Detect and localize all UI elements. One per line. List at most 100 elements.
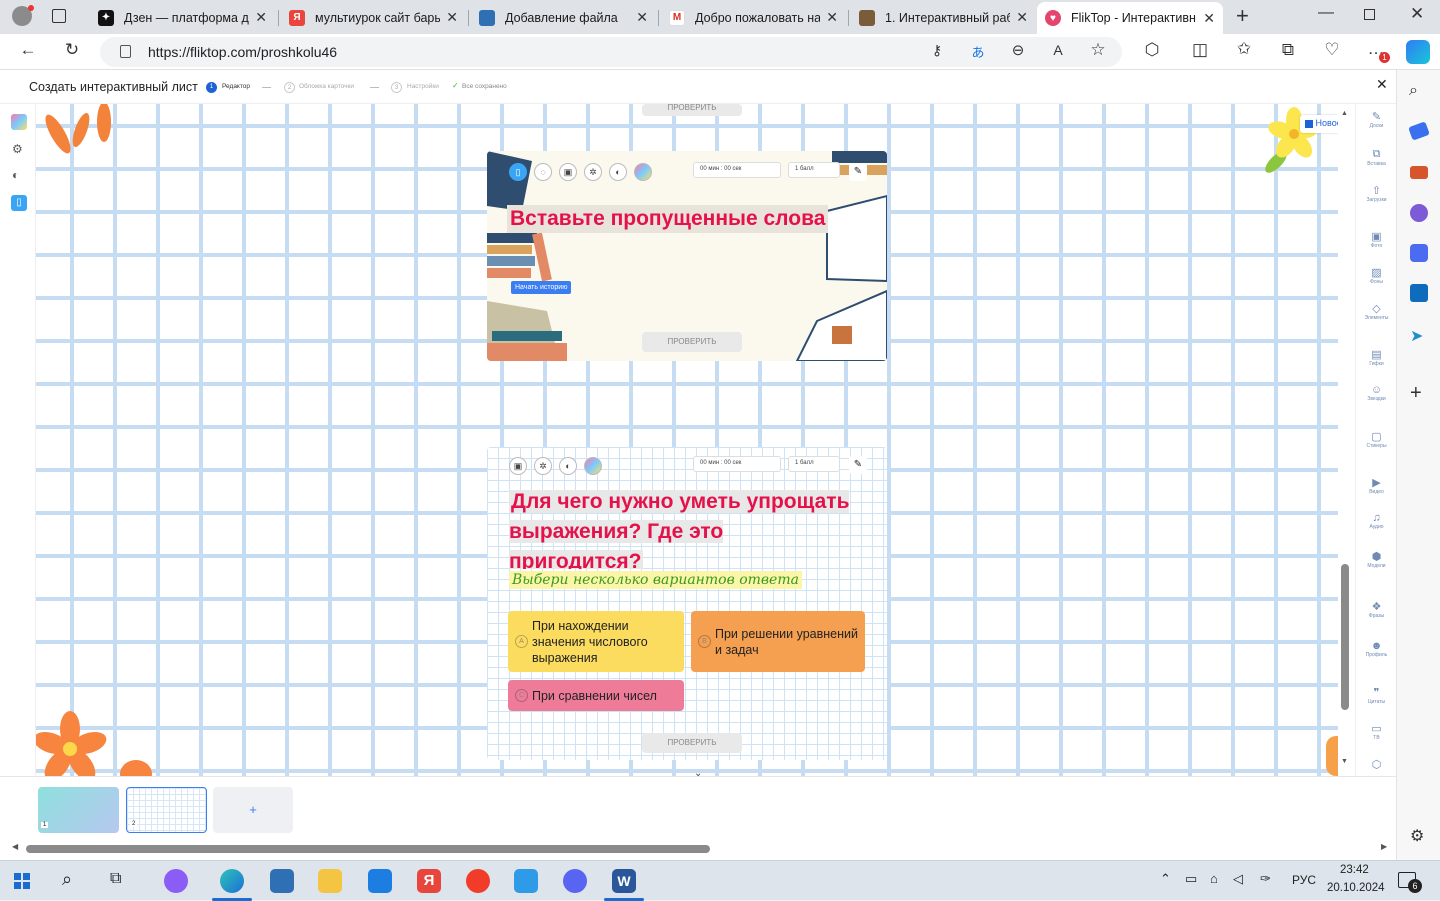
card-title[interactable]: Вставьте пропущенные слова	[507, 205, 829, 233]
comment-icon[interactable]: ◌	[534, 163, 552, 181]
scroll-right-icon[interactable]: ▶	[1381, 842, 1387, 851]
option-b[interactable]: B При решении уравнений и задач	[691, 611, 865, 672]
close-tab-icon[interactable]: ✕	[1203, 10, 1215, 27]
book-mode-icon[interactable]: ▯	[11, 195, 27, 211]
tool-elements[interactable]: ◇ Элементы	[1356, 302, 1397, 321]
scroll-up-icon[interactable]: ▲	[1341, 110, 1348, 117]
horizontal-scrollbar[interactable]: ◀ ▶	[0, 842, 1396, 856]
pen-icon[interactable]: ✑	[1260, 871, 1271, 887]
option-c[interactable]: C При сравнении чисел	[508, 680, 684, 711]
bug-icon[interactable]: ✲	[584, 163, 602, 181]
language-indicator[interactable]: РУС	[1292, 873, 1316, 887]
m365-icon[interactable]	[1410, 244, 1428, 262]
url-text[interactable]: https://fliktop.com/proshkolu46	[148, 44, 337, 60]
tray-chevron-icon[interactable]: ⌃	[1160, 871, 1171, 887]
extensions-icon[interactable]: ⬡	[1140, 40, 1164, 60]
alice-icon[interactable]	[164, 869, 188, 893]
read-aloud-icon[interactable]: A	[1046, 42, 1070, 58]
zoom-out-icon[interactable]: ⊖	[1006, 41, 1030, 59]
favorites-icon[interactable]: ✩	[1232, 39, 1256, 59]
tab-gmail[interactable]: M Добро пожаловать на ✕	[661, 4, 846, 31]
tool-gifs[interactable]: ▤ Гифки	[1356, 348, 1397, 367]
start-icon[interactable]	[14, 873, 30, 889]
key-icon[interactable]: ⚷	[925, 42, 949, 59]
question-subtitle[interactable]: Выбери несколько вариантов ответа	[509, 571, 802, 589]
thumbnail-1[interactable]: 1	[38, 787, 119, 833]
palette-icon[interactable]: ◐	[609, 163, 627, 181]
prev-check-button[interactable]: ПРОВЕРИТЬ	[642, 104, 742, 116]
check-button[interactable]: ПРОВЕРИТЬ	[642, 733, 742, 753]
ms-store-icon[interactable]	[514, 869, 538, 893]
send-icon[interactable]: ➤	[1410, 326, 1423, 346]
tool-photo[interactable]: ▣ Фото	[1356, 230, 1397, 249]
thumbnail-2[interactable]: 2	[126, 787, 207, 833]
volume-icon[interactable]: ◁	[1233, 871, 1243, 887]
toolbox-icon[interactable]	[1410, 166, 1428, 179]
points-select[interactable]: 1 балл	[788, 162, 840, 178]
games-icon[interactable]	[1410, 204, 1428, 222]
add-page-button[interactable]: +	[213, 787, 293, 833]
tool-stickers[interactable]: ▢ Стикеры	[1356, 430, 1397, 449]
start-story-button[interactable]: Начать историю	[511, 281, 572, 294]
tab-dzen[interactable]: ✦ Дзен — платформа дл ✕	[90, 4, 275, 31]
translate-icon[interactable]: あ	[966, 42, 990, 61]
split-screen-icon[interactable]: ◫	[1188, 40, 1212, 60]
favorite-star-icon[interactable]: ☆	[1086, 40, 1110, 60]
tool-quotes[interactable]: ❞ Цитаты	[1356, 686, 1397, 705]
close-tab-icon[interactable]: ✕	[826, 9, 838, 26]
tool-profile[interactable]: ☻ Профиль	[1356, 640, 1397, 658]
card-multiple-choice[interactable]: ▣ ✲ ◐ 00 мин : 00 сек 1 балл ✎ Для чего …	[487, 447, 887, 760]
tag-icon[interactable]	[1408, 121, 1430, 141]
heart-pulse-icon[interactable]: ♡	[1320, 40, 1344, 60]
clock-date[interactable]: 20.10.2024	[1327, 882, 1385, 894]
tab-multiurok[interactable]: Я мультиурок сайт бары ✕	[281, 4, 466, 31]
search-icon[interactable]: ⌕	[62, 869, 72, 890]
yandex-browser-icon[interactable]	[466, 869, 490, 893]
store-app-icon[interactable]	[270, 869, 294, 893]
color-grid-icon[interactable]	[634, 163, 652, 181]
tool-phrases[interactable]: ❖ Фразы	[1356, 600, 1397, 619]
task-view-icon[interactable]: ⧉	[110, 870, 121, 888]
clock-time[interactable]: 23:42	[1340, 864, 1369, 876]
image-icon[interactable]: ▣	[559, 163, 577, 181]
color-grid-icon[interactable]	[584, 457, 602, 475]
minimize-button[interactable]: —	[1318, 4, 1334, 22]
edit-pencil-icon[interactable]: ✎	[849, 456, 867, 474]
sidebar-settings-icon[interactable]: ⚙	[1410, 826, 1424, 846]
copilot-icon[interactable]	[1406, 40, 1430, 64]
vertical-scrollbar[interactable]: ▲ ▼	[1338, 104, 1355, 776]
image-icon[interactable]: ▣	[509, 457, 527, 475]
timer-field[interactable]: 00 мин : 00 сек	[693, 162, 781, 178]
discord-icon[interactable]	[563, 869, 587, 893]
bug-icon[interactable]: ✲	[534, 457, 552, 475]
scroll-left-icon[interactable]: ◀	[12, 842, 18, 851]
step-cover[interactable]: Обложка карточки	[299, 83, 354, 90]
close-tab-icon[interactable]: ✕	[1016, 9, 1028, 26]
tab-actions-icon[interactable]	[52, 9, 66, 23]
horizontal-scroll-thumb[interactable]	[26, 845, 710, 853]
step-settings[interactable]: Настройки	[407, 83, 439, 90]
back-icon[interactable]: ←	[16, 40, 40, 60]
tool-models[interactable]: ⬢ Модели	[1356, 550, 1397, 569]
display-icon[interactable]: ▭	[1185, 871, 1197, 887]
tab-fliktop[interactable]: ♥ FlikTop - Интерактивн ✕	[1037, 2, 1223, 34]
mail-icon[interactable]	[368, 869, 392, 893]
timer-field[interactable]: 00 мин : 00 сек	[693, 456, 781, 472]
close-tab-icon[interactable]: ✕	[636, 9, 648, 26]
scroll-down-icon[interactable]: ▼	[1341, 758, 1348, 765]
check-button[interactable]: ПРОВЕРИТЬ	[642, 332, 742, 352]
question-title[interactable]: Для чего нужно уметь упрощать выражения?…	[509, 487, 854, 569]
file-explorer-icon[interactable]	[318, 869, 342, 893]
tab-file-upload[interactable]: Добавление файла ✕	[471, 4, 656, 31]
search-icon[interactable]: ⌕	[1409, 82, 1418, 100]
close-tab-icon[interactable]: ✕	[255, 9, 267, 26]
palette-icon[interactable]: ◐	[559, 457, 577, 475]
tool-insert[interactable]: ⧉ Вставка	[1356, 148, 1397, 167]
close-editor-icon[interactable]: ✕	[1376, 76, 1388, 93]
edge-icon[interactable]	[220, 869, 244, 893]
close-window-button[interactable]: ✕	[1410, 4, 1424, 24]
scroll-thumb[interactable]	[1341, 564, 1349, 710]
yandex-icon[interactable]: Я	[417, 869, 441, 893]
outlook-icon[interactable]	[1410, 284, 1428, 302]
network-icon[interactable]: ⌂	[1210, 871, 1218, 886]
